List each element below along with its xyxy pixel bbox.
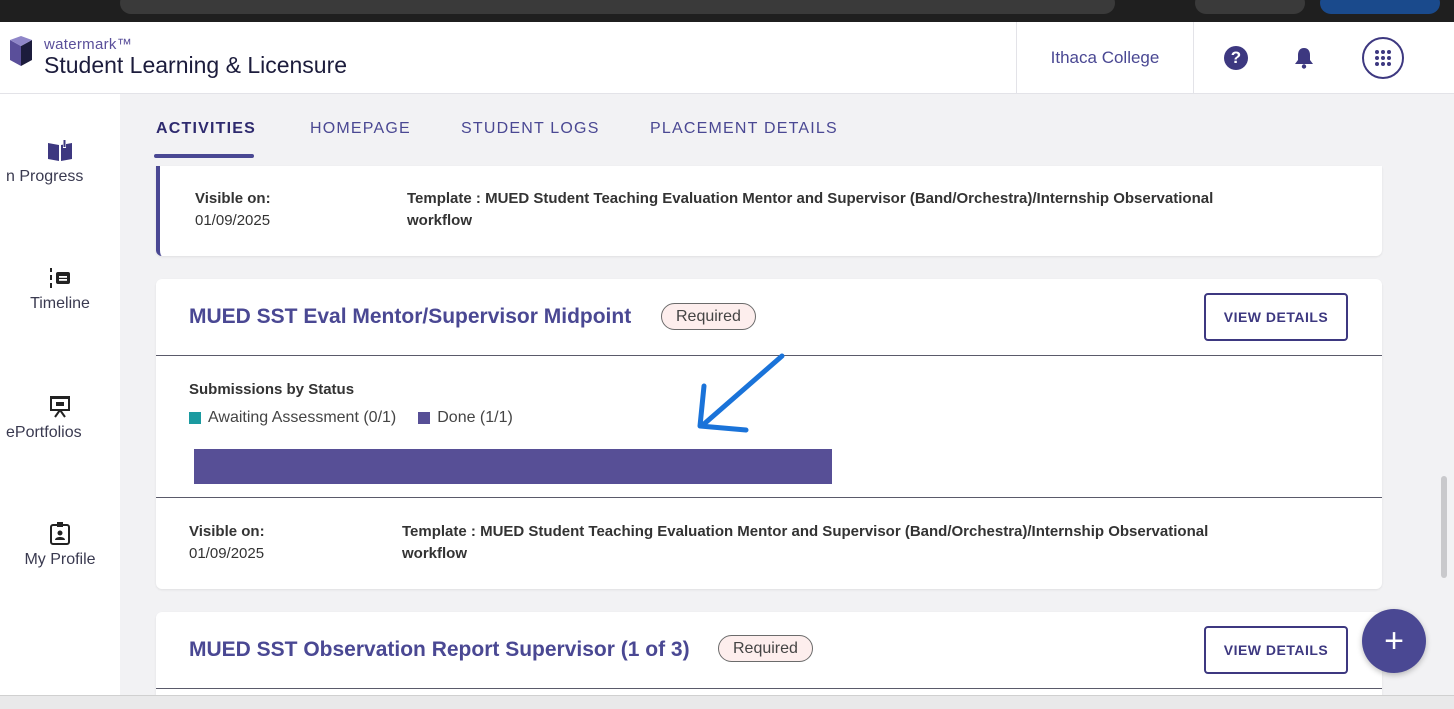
- visible-on-date: 01/09/2025: [195, 212, 271, 229]
- status-legend: Awaiting Assessment (0/1) Done (1/1): [189, 409, 513, 427]
- sidebar-item-in-progress[interactable]: n Progress: [0, 134, 120, 186]
- sidebar-item-label: ePortfolios: [6, 424, 82, 441]
- activity-title[interactable]: MUED SST Eval Mentor/Supervisor Midpoint: [189, 305, 631, 329]
- notifications-button[interactable]: [1290, 44, 1318, 72]
- sidebar-item-eportfolios[interactable]: ePortfolios: [0, 390, 120, 442]
- legend-awaiting-label: Awaiting Assessment (0/1): [208, 409, 397, 426]
- sidebar-item-label: n Progress: [6, 168, 84, 185]
- profile-badge-icon: [50, 522, 70, 545]
- activity-tabs: ACTIVITIES HOMEPAGE STUDENT LOGS PLACEME…: [120, 94, 1454, 166]
- template-line: Template : MUED Student Teaching Evaluat…: [407, 190, 1214, 207]
- legend-swatch-done: [418, 412, 431, 424]
- sidebar-item-timeline[interactable]: Timeline: [0, 261, 120, 313]
- bottom-strip: [0, 695, 1454, 709]
- active-tab-indicator: [154, 154, 254, 158]
- bell-icon: [1295, 48, 1313, 69]
- template-name: Template : MUED Student Teaching Evaluat…: [402, 521, 1362, 565]
- template-name: Template : MUED Student Teaching Evaluat…: [407, 188, 1367, 232]
- tab-homepage[interactable]: HOMEPAGE: [310, 120, 411, 138]
- annotation-arrow-icon: [697, 353, 785, 433]
- book-open-icon: [48, 140, 72, 161]
- required-badge: Required: [661, 303, 756, 330]
- template-line: workflow: [407, 212, 473, 229]
- timeline-icon: [50, 268, 70, 288]
- required-badge: Required: [718, 635, 813, 662]
- template-line: Template : MUED Student Teaching Evaluat…: [402, 523, 1209, 540]
- template-line: workflow: [402, 545, 468, 562]
- submissions-by-status-label: Submissions by Status: [189, 381, 355, 398]
- institution-selector[interactable]: Ithaca College: [1016, 22, 1194, 94]
- grid-icon: [1375, 50, 1391, 66]
- visible-on-date: 01/09/2025: [189, 545, 265, 562]
- browser-control: [1195, 0, 1305, 14]
- view-details-button[interactable]: VIEW DETAILS: [1204, 293, 1348, 341]
- brand-watermark: watermark™: [44, 36, 133, 53]
- sidebar-item-my-profile[interactable]: My Profile: [0, 517, 120, 569]
- add-fab-button[interactable]: +: [1362, 609, 1426, 673]
- app-header: watermark™ Student Learning & Licensure …: [0, 22, 1454, 94]
- divider: [156, 497, 1382, 498]
- sidebar-item-label: Timeline: [30, 295, 90, 312]
- submission-status-bar: [194, 449, 832, 484]
- tab-placement-details[interactable]: PLACEMENT DETAILS: [650, 120, 838, 138]
- activity-card: Visible on: 01/09/2025 Template : MUED S…: [156, 166, 1382, 256]
- tab-activities[interactable]: ACTIVITIES: [156, 120, 256, 138]
- activity-title[interactable]: MUED SST Observation Report Supervisor (…: [189, 638, 690, 662]
- help-button[interactable]: ?: [1222, 44, 1250, 72]
- visible-on-label: Visible on:: [189, 523, 265, 540]
- apps-grid-button[interactable]: [1362, 37, 1404, 79]
- sidebar: n Progress Timeline ePortfolios My Profi…: [0, 94, 120, 709]
- legend-swatch-awaiting: [189, 412, 201, 424]
- help-icon: ?: [1224, 46, 1248, 70]
- scrollbar-thumb[interactable]: [1441, 476, 1447, 578]
- visible-on-label: Visible on:: [195, 190, 271, 207]
- tab-student-logs[interactable]: STUDENT LOGS: [461, 120, 600, 138]
- watermark-logo-icon: [10, 36, 32, 66]
- browser-top-strip: [0, 0, 1454, 22]
- legend-done-label: Done (1/1): [437, 409, 513, 426]
- browser-control-blue: [1320, 0, 1440, 14]
- divider: [156, 688, 1382, 689]
- browser-tab-strip: [120, 0, 1115, 14]
- app-title: Student Learning & Licensure: [44, 52, 348, 78]
- presentation-icon: [50, 396, 70, 418]
- sidebar-item-label: My Profile: [24, 551, 96, 568]
- view-details-button[interactable]: VIEW DETAILS: [1204, 626, 1348, 674]
